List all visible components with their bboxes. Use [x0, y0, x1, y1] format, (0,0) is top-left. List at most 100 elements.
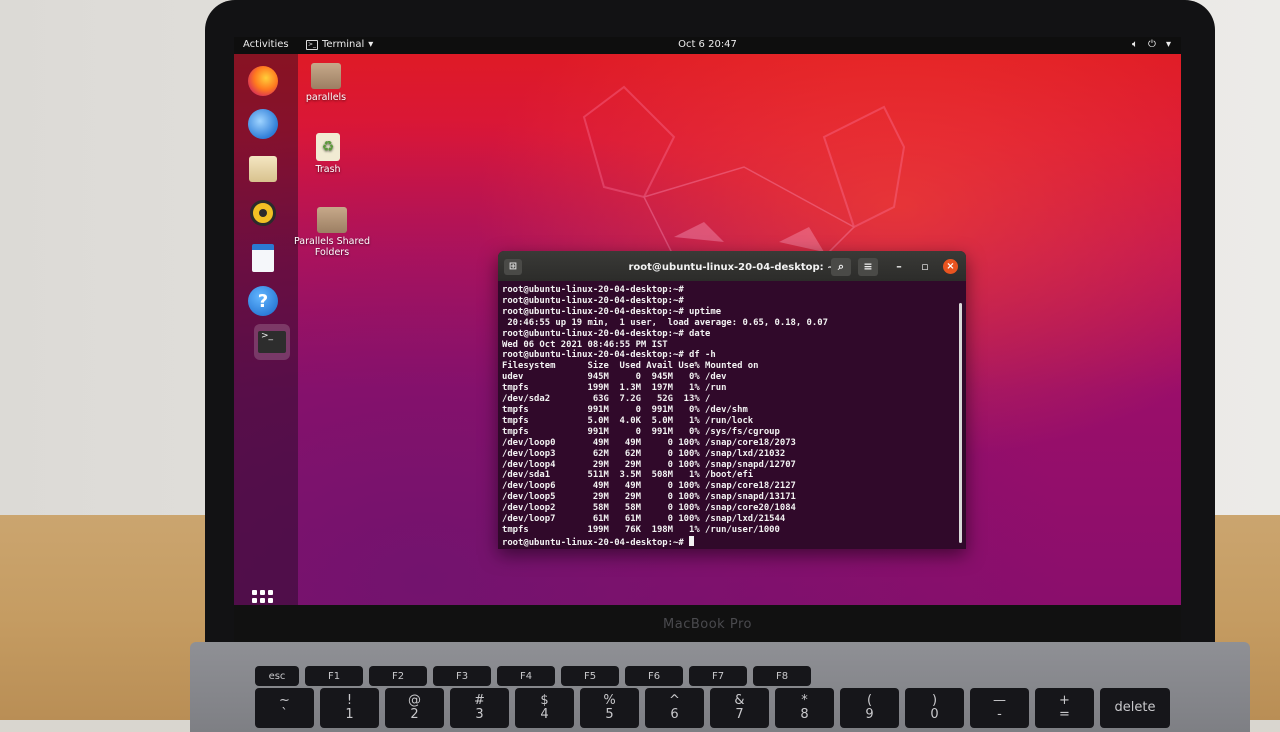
- terminal-line: /dev/loop2 58M 58M 0 100% /snap/core20/1…: [502, 503, 796, 514]
- key-number[interactable]: + =: [1035, 688, 1094, 728]
- dock-item-rhythmbox[interactable]: [245, 195, 281, 231]
- terminal-line: tmpfs 199M 1.3M 197M 1% /run: [502, 383, 727, 394]
- terminal-line: Wed 06 Oct 2021 08:46:55 PM IST: [502, 339, 668, 350]
- key-number[interactable]: $4: [515, 688, 574, 728]
- app-menu[interactable]: >_ Terminal ▾: [306, 39, 373, 50]
- close-icon[interactable]: ×: [943, 259, 958, 274]
- chevron-down-icon[interactable]: ▾: [1166, 39, 1171, 50]
- show-applications-icon[interactable]: [252, 590, 274, 605]
- key-upper-label: $: [540, 693, 549, 708]
- activities-button[interactable]: Activities: [243, 39, 289, 50]
- top-bar: Activities >_ Terminal ▾ Oct 6 20:47 🔈︎ …: [234, 37, 1181, 54]
- terminal-line: /dev/loop7 61M 61M 0 100% /snap/lxd/2154…: [502, 514, 786, 525]
- key-number[interactable]: #3: [450, 688, 509, 728]
- key-upper-label: ~: [279, 693, 290, 708]
- terminal-line: tmpfs 199M 76K 198M 1% /run/user/1000: [502, 524, 780, 535]
- key-esc[interactable]: esc: [255, 666, 299, 686]
- key-number[interactable]: * 8: [775, 688, 834, 728]
- terminal-line: /dev/sda2 63G 7.2G 52G 13% /: [502, 394, 711, 405]
- key-upper-label: #: [474, 693, 485, 708]
- new-tab-icon[interactable]: ⊞: [504, 259, 522, 275]
- minimize-icon[interactable]: –: [892, 260, 906, 274]
- maximize-icon[interactable]: ▫: [918, 260, 932, 274]
- scrollbar[interactable]: [959, 303, 962, 543]
- key-f1[interactable]: F1: [305, 666, 363, 686]
- files-icon: [249, 156, 277, 182]
- terminal-prompt: root@ubuntu-linux-20-04-desktop:~#: [502, 537, 690, 548]
- key-upper-label: (: [866, 693, 873, 708]
- firefox-icon: [248, 66, 278, 96]
- help-icon: ?: [248, 286, 278, 316]
- power-icon[interactable]: ⏻: [1148, 39, 1156, 50]
- thunderbird-icon: [248, 109, 278, 139]
- key-number[interactable]: & 7: [710, 688, 769, 728]
- desktop-icon-parallels[interactable]: parallels: [281, 63, 371, 103]
- clock[interactable]: Oct 6 20:47: [234, 39, 1181, 50]
- terminal-line: root@ubuntu-linux-20-04-desktop:~#: [502, 285, 684, 295]
- home-folder-icon: [311, 63, 341, 89]
- key-number[interactable]: ! 1: [320, 688, 379, 728]
- dock-item-help[interactable]: ?: [245, 283, 281, 319]
- key-upper-label: *: [801, 693, 808, 708]
- key-upper-label: &: [734, 693, 745, 708]
- desktop-icon-shared-folders[interactable]: Parallels Shared Folders: [287, 207, 377, 258]
- desktop-icon-trash[interactable]: ♻ Trash: [283, 133, 373, 175]
- terminal-line: root@ubuntu-linux-20-04-desktop:~# date: [502, 328, 711, 339]
- hamburger-menu-icon[interactable]: ≡: [858, 258, 878, 276]
- dock-item-files[interactable]: [245, 151, 281, 187]
- key-number[interactable]: ^ 6: [645, 688, 704, 728]
- terminal-line: tmpfs 991M 0 991M 0% /dev/shm: [502, 404, 748, 415]
- trash-icon: ♻: [316, 133, 340, 161]
- terminal-line: /dev/sda1 511M 3.5M 508M 1% /boot/efi: [502, 470, 754, 481]
- screen-bezel: MacBook Pro: [234, 605, 1181, 647]
- desktop-icon-label: Trash: [315, 164, 341, 175]
- key-upper-label: @: [408, 693, 421, 708]
- key-number[interactable]: ) 0: [905, 688, 964, 728]
- terminal-line: 20:46:55 up 19 min, 1 user, load average…: [502, 317, 828, 328]
- terminal-window[interactable]: ⊞ root@ubuntu-linux-20-04-desktop: ~ ⌕ ≡…: [498, 251, 966, 549]
- search-icon[interactable]: ⌕: [831, 258, 851, 276]
- terminal-line: /dev/loop4 29M 29M 0 100% /snap/snapd/12…: [502, 459, 796, 470]
- key-number[interactable]: ~ `: [255, 688, 314, 728]
- key-f3[interactable]: F3: [433, 666, 491, 686]
- key-f5[interactable]: F5: [561, 666, 619, 686]
- key-upper-label: ^: [669, 693, 680, 708]
- terminal-line: udev 945M 0 945M 0% /dev: [502, 372, 727, 383]
- terminal-line: root@ubuntu-linux-20-04-desktop:~#: [502, 295, 684, 306]
- key-number[interactable]: % 5: [580, 688, 639, 728]
- desktop-icon-label: Parallels Shared Folders: [293, 236, 371, 258]
- key-upper-label: !: [346, 693, 353, 708]
- terminal-icon: >_: [254, 324, 290, 360]
- dock-item-terminal[interactable]: >_: [254, 324, 290, 360]
- desktop-icon-label: parallels: [305, 92, 347, 103]
- dock-item-writer[interactable]: [245, 240, 281, 276]
- terminal-line: Filesystem Size Used Avail Use% Mounted …: [502, 361, 759, 372]
- key-number[interactable]: @2: [385, 688, 444, 728]
- key-f4[interactable]: F4: [497, 666, 555, 686]
- key-upper-label: ): [931, 693, 938, 708]
- key-upper-label: +: [1059, 693, 1070, 708]
- terminal-line: root@ubuntu-linux-20-04-desktop:~# uptim…: [502, 306, 722, 317]
- volume-icon[interactable]: 🔈︎: [1132, 39, 1138, 50]
- system-tray[interactable]: 🔈︎ ⏻ ▾: [1132, 39, 1171, 50]
- terminal-line: tmpfs 5.0M 4.0K 5.0M 1% /run/lock: [502, 415, 754, 426]
- terminal-header-bar[interactable]: ⊞ root@ubuntu-linux-20-04-desktop: ~ ⌕ ≡…: [498, 251, 966, 281]
- chevron-down-icon: ▾: [368, 39, 374, 50]
- dock-item-thunderbird[interactable]: [245, 106, 281, 142]
- terminal-line: /dev/loop6 49M 49M 0 100% /snap/core18/2…: [502, 481, 796, 492]
- terminal-line: /dev/loop5 29M 29M 0 100% /snap/snapd/13…: [502, 492, 796, 503]
- terminal-small-icon: >_: [306, 39, 318, 50]
- key-f6[interactable]: F6: [625, 666, 683, 686]
- key-f2[interactable]: F2: [369, 666, 427, 686]
- key-upper-label: —: [993, 693, 1006, 708]
- key-f8[interactable]: F8: [753, 666, 811, 686]
- dock-item-firefox[interactable]: [245, 63, 281, 99]
- key-f7[interactable]: F7: [689, 666, 747, 686]
- key-delete[interactable]: delete: [1100, 688, 1170, 728]
- terminal-output[interactable]: root@ubuntu-linux-20-04-desktop:~# root@u…: [502, 285, 954, 548]
- key-number[interactable]: — -: [970, 688, 1029, 728]
- key-number[interactable]: (9: [840, 688, 899, 728]
- ubuntu-desktop: Activities >_ Terminal ▾ Oct 6 20:47 🔈︎ …: [234, 37, 1181, 605]
- terminal-line: tmpfs 991M 0 991M 0% /sys/fs/cgroup: [502, 426, 780, 437]
- number-key-row: ~ `! 1 @2 #3 $4% 5 ^ 6 & 7 * 8(9) 0— - + = delete: [255, 688, 1170, 728]
